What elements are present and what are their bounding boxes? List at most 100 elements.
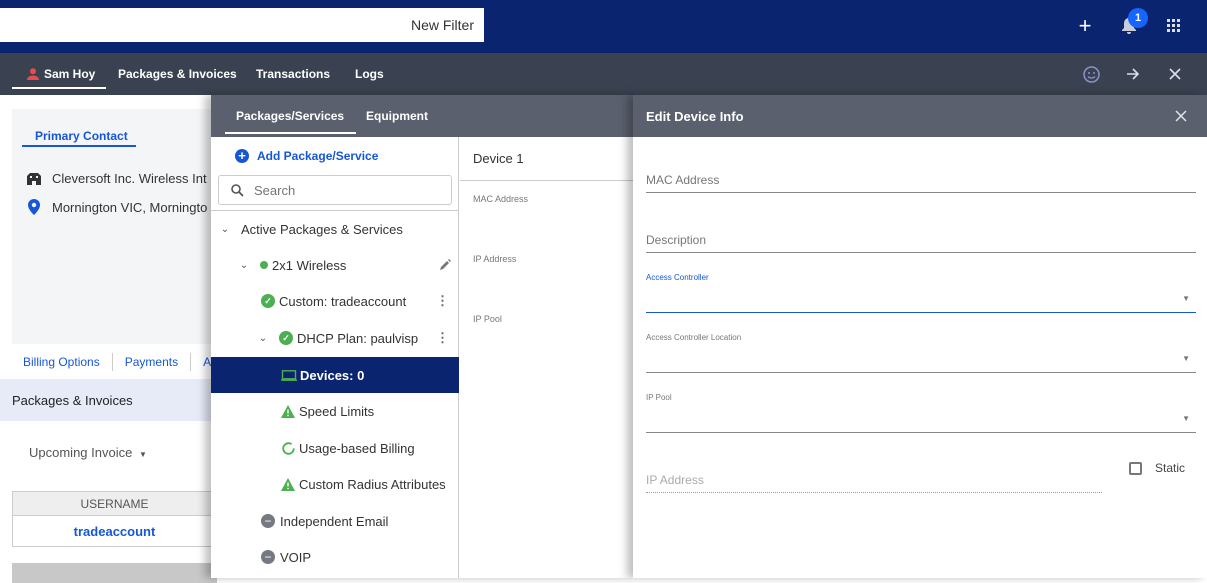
building-icon [26, 172, 42, 185]
tab-transactions[interactable]: Transactions [256, 53, 330, 95]
tree-node-label: 2x1 Wireless [272, 257, 347, 273]
tab-primary-contact[interactable]: Primary Contact [22, 121, 136, 147]
tree-node-voip[interactable]: − VOIP [211, 539, 459, 575]
tree-node-usage-billing[interactable]: Usage-based Billing [211, 430, 459, 466]
billing-options-link[interactable]: Billing Options [23, 355, 100, 369]
add-package-label: Add Package/Service [257, 149, 379, 163]
tab-label: Packages & Invoices [118, 67, 237, 81]
customer-overview: Primary Contact Cleversoft Inc. Wireless… [0, 95, 222, 583]
search-input[interactable] [254, 182, 434, 198]
billing-links: Billing Options Payments A [23, 353, 211, 371]
search-field[interactable] [218, 175, 452, 205]
tab-sam-hoy[interactable]: Sam Hoy [12, 53, 106, 95]
field-underline [646, 372, 1196, 373]
tab-label: Equipment [366, 109, 428, 123]
minus-circle-icon: − [261, 514, 275, 528]
tab-label: Sam Hoy [44, 67, 96, 81]
warning-icon [281, 404, 295, 418]
payments-link[interactable]: Payments [125, 355, 178, 369]
tree-node-label: Usage-based Billing [299, 440, 415, 456]
tree-node-label: Active Packages & Services [241, 221, 403, 237]
tab-logs[interactable]: Logs [355, 53, 384, 95]
close-icon[interactable] [1163, 62, 1187, 86]
warning-icon [281, 477, 295, 491]
more-vertical-icon[interactable]: ⋮ [436, 330, 449, 346]
ip-address-field[interactable]: IP Address [646, 471, 1102, 493]
access-controller-label: Access Controller [646, 273, 709, 282]
tree-node-2x1-wireless[interactable]: ⌄ 2x1 Wireless [211, 247, 459, 283]
mac-address-field[interactable]: MAC Address [646, 171, 1196, 193]
person-icon [27, 68, 39, 80]
ip-address-placeholder: IP Address [646, 473, 704, 487]
nav-bar: Sam Hoy Packages & Invoices Transactions… [0, 53, 1207, 95]
smiley-icon[interactable] [1079, 62, 1103, 86]
upcoming-invoice-dropdown[interactable]: Upcoming Invoice ▼ [29, 445, 147, 460]
field-underline [646, 312, 1196, 313]
edit-device-panel: Edit Device Info MAC Address Description… [633, 95, 1207, 578]
device-title: Device 1 [460, 137, 633, 181]
description-placeholder: Description [646, 233, 707, 247]
top-bar: New Filter + 1 [0, 0, 1207, 53]
tree-node-dhcp-plan[interactable]: ⌄ ✓ DHCP Plan: paulvisp ⋮ [211, 320, 459, 356]
edit-pencil-icon[interactable] [440, 258, 451, 273]
tree-node-independent-email[interactable]: − Independent Email [211, 503, 459, 539]
ip-pool-label: IP Pool [646, 393, 672, 402]
field-underline [646, 492, 1102, 493]
tree-node-devices[interactable]: Devices: 0 [211, 357, 459, 393]
new-filter-button[interactable]: New Filter [411, 17, 474, 33]
location-pin-icon [26, 199, 42, 215]
device-details: Device 1 MAC Address IP Address IP Pool [460, 137, 633, 578]
arrow-right-icon[interactable] [1121, 62, 1145, 86]
tree-node-label: DHCP Plan: paulvisp [297, 330, 419, 346]
tree-node-label: Independent Email [280, 513, 389, 529]
description-field[interactable]: Description [646, 231, 1196, 253]
company-line: Cleversoft Inc. Wireless Int [26, 171, 207, 186]
divider [111, 353, 113, 371]
ip-pool-label: IP Pool [473, 314, 502, 324]
close-panel-button[interactable] [1175, 105, 1187, 128]
check-circle-icon: ✓ [261, 294, 275, 308]
plus-icon[interactable]: + [1073, 13, 1097, 38]
table-row[interactable]: tradeaccount [13, 516, 216, 546]
filter-bar[interactable]: New Filter [0, 8, 484, 42]
static-label: Static [1155, 461, 1186, 475]
tree-node-label: VOIP [280, 549, 312, 565]
chevron-down-icon[interactable]: ⌄ [219, 224, 231, 235]
column-header-username: USERNAME [13, 492, 216, 516]
tab-packages-services[interactable]: Packages/Services [224, 95, 357, 137]
tree-node-label: Speed Limits [299, 403, 375, 419]
ip-address-label: IP Address [473, 254, 517, 264]
add-package-button[interactable]: + Add Package/Service [235, 149, 378, 163]
ip-pool-select[interactable]: IP Pool ▼ [646, 387, 1196, 433]
chevron-down-icon[interactable]: ⌄ [257, 333, 269, 344]
access-controller-location-select[interactable]: Access Controller Location ▼ [646, 327, 1196, 373]
notification-badge: 1 [1128, 8, 1148, 28]
tree-node-custom-radius[interactable]: Custom Radius Attributes [211, 466, 459, 502]
access-controller-select[interactable]: Access Controller ▼ [646, 267, 1196, 313]
more-link[interactable]: A [203, 355, 211, 369]
tab-equipment[interactable]: Equipment [366, 95, 428, 137]
more-vertical-icon[interactable]: ⋮ [436, 293, 449, 309]
checkbox-icon[interactable] [1129, 461, 1142, 475]
username-link[interactable]: tradeaccount [74, 524, 156, 539]
username-table: USERNAME tradeaccount [12, 491, 217, 547]
mac-address-label: MAC Address [473, 194, 529, 204]
apps-grid-icon[interactable] [1162, 14, 1186, 38]
tree-node-speed-limits[interactable]: Speed Limits [211, 393, 459, 429]
tab-label: Logs [355, 67, 384, 81]
static-checkbox[interactable]: Static [1129, 461, 1185, 475]
caret-down-icon: ▼ [138, 450, 147, 459]
address-line: Mornington VIC, Morningto [26, 199, 207, 215]
progress-ring-icon [281, 441, 295, 455]
mac-address-placeholder: MAC Address [646, 173, 720, 187]
footer-bar [12, 563, 217, 583]
field-underline [646, 252, 1196, 253]
package-tree: + Add Package/Service ⌄ Active Packages … [211, 137, 459, 578]
divider [190, 353, 192, 371]
tab-packages-invoices[interactable]: Packages & Invoices [118, 53, 237, 95]
tree-node-custom-tradeaccount[interactable]: ✓ Custom: tradeaccount ⋮ [211, 283, 459, 319]
panel-title: Edit Device Info [646, 108, 744, 124]
tree-node-active-packages[interactable]: ⌄ Active Packages & Services [211, 211, 459, 247]
tab-label: Transactions [256, 67, 331, 81]
chevron-down-icon[interactable]: ⌄ [238, 260, 250, 271]
